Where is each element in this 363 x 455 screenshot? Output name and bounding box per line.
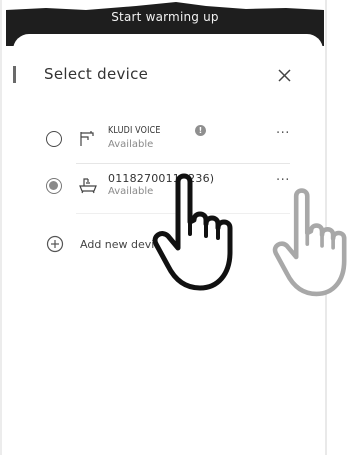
- dialog-title: Select device: [44, 65, 149, 83]
- row-divider: [76, 163, 290, 164]
- device-row-kludi-voice[interactable]: KLUDI VOICE Available ! ···: [44, 118, 292, 166]
- info-badge-icon[interactable]: !: [195, 125, 206, 136]
- bathtub-icon: [78, 175, 98, 195]
- close-button[interactable]: [270, 61, 298, 89]
- device-name: KLUDI VOICE: [108, 125, 161, 136]
- faucet-icon: [78, 128, 98, 148]
- plus-circle-icon: [46, 235, 64, 253]
- device-more-button[interactable]: ···: [273, 126, 293, 146]
- tap-hand-icon: [150, 170, 250, 300]
- ghost-hand-icon: [270, 185, 363, 305]
- close-icon: [278, 69, 291, 82]
- device-status: Available: [108, 139, 154, 150]
- device-radio-unselected[interactable]: [46, 131, 62, 147]
- sheet-side-marker: [13, 66, 16, 83]
- device-radio-selected[interactable]: [46, 178, 62, 194]
- screen-edge-left: [0, 0, 2, 455]
- background-header-label: Start warming up: [111, 10, 219, 24]
- device-status: Available: [108, 186, 154, 197]
